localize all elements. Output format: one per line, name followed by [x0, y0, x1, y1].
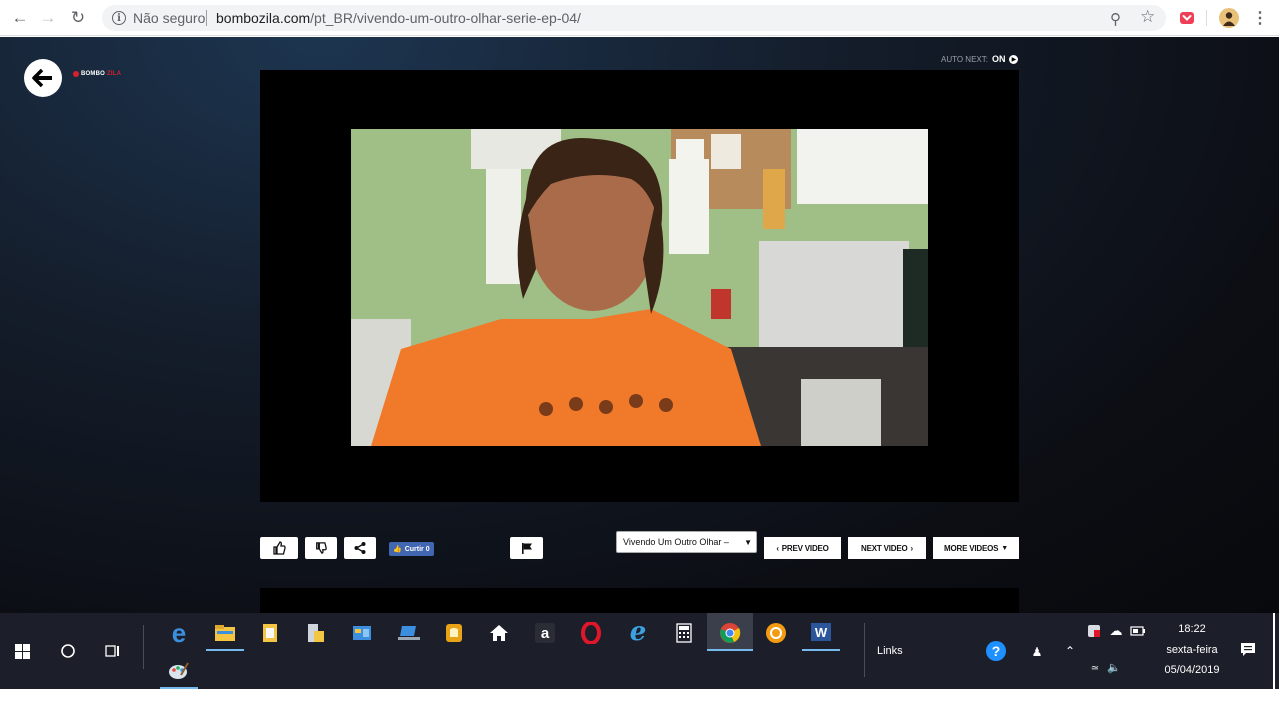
caret-down-icon: ▼: [1001, 544, 1008, 552]
back-circle-button[interactable]: [24, 59, 62, 97]
flag-icon: [521, 543, 532, 554]
logo-dot-icon: [73, 71, 79, 77]
bottom-margin: [0, 689, 1279, 719]
clock-time: 18:22: [1178, 623, 1206, 635]
antivirus-tray-icon[interactable]: [1086, 623, 1102, 639]
secondary-player-area: [260, 588, 1019, 613]
thumbs-up-icon: [273, 541, 286, 555]
share-button[interactable]: [344, 537, 376, 559]
dislike-button[interactable]: [305, 537, 337, 559]
calculator-icon[interactable]: [672, 621, 696, 645]
system-clock[interactable]: 18:22 sexta-feira 05/04/2019: [1156, 623, 1228, 683]
url-text[interactable]: bombozila.com/pt_BR/vivendo-um-outro-olh…: [216, 10, 581, 26]
info-icon[interactable]: i: [112, 11, 126, 25]
video-still-image: [351, 129, 928, 446]
page-content: BOMBO ZILA AUTO NEXT: ON ▶ 👍 Curtir 0 Vi…: [0, 37, 1279, 613]
zoom-icon[interactable]: ⚲: [1110, 10, 1121, 28]
svg-text:?: ?: [992, 643, 1001, 659]
next-video-button[interactable]: NEXT VIDEO ›: [848, 537, 926, 559]
documents-icon[interactable]: [258, 621, 282, 645]
file-explorer-icon[interactable]: [211, 621, 239, 645]
toolbar-section-divider: [864, 623, 865, 677]
auto-next-label: AUTO NEXT:: [941, 54, 988, 64]
chrome-active-indicator: [707, 649, 753, 651]
video-episode-select[interactable]: Vivendo Um Outro Olhar – ▼: [616, 531, 757, 553]
help-icon[interactable]: ?: [985, 640, 1007, 662]
action-center-icon[interactable]: [1238, 640, 1258, 660]
battery-icon[interactable]: [1129, 623, 1147, 639]
database-app-icon[interactable]: [442, 621, 466, 645]
prev-video-button[interactable]: ‹ PREV VIDEO: [764, 537, 841, 559]
edge-browser-icon[interactable]: e: [165, 618, 193, 648]
menu-kebab-icon[interactable]: ⋮: [1248, 6, 1272, 30]
address-separator: [206, 10, 207, 26]
svg-text:W: W: [815, 625, 828, 640]
links-toolbar-label[interactable]: Links: [877, 645, 903, 657]
amazon-icon[interactable]: a: [533, 621, 557, 645]
next-video-label: NEXT VIDEO: [861, 543, 908, 553]
cortana-search-icon[interactable]: [56, 639, 80, 663]
auto-next-toggle[interactable]: AUTO NEXT: ON ▶: [941, 54, 1019, 64]
logo-text-a: BOMBO: [81, 71, 105, 77]
volume-icon[interactable]: 🔈: [1105, 660, 1123, 674]
opera-browser-icon[interactable]: [579, 621, 603, 645]
svg-text:a: a: [541, 625, 550, 642]
wifi-icon[interactable]: ≃: [1087, 661, 1103, 675]
report-flag-button[interactable]: [510, 537, 543, 559]
cloud-icon[interactable]: ☁: [1107, 623, 1125, 639]
site-logo[interactable]: BOMBO ZILA: [73, 71, 121, 77]
toolbar-divider: [1206, 10, 1207, 26]
taskbar-divider: [143, 625, 144, 669]
url-host: bombozila.com: [216, 10, 311, 26]
facebook-like-button[interactable]: 👍 Curtir 0: [389, 542, 434, 556]
chrome-browser-icon[interactable]: [718, 621, 742, 645]
paint-app-icon[interactable]: [165, 659, 191, 683]
video-select-value: Vivendo Um Outro Olhar –: [623, 537, 729, 547]
forward-arrow-icon[interactable]: →: [36, 6, 60, 30]
browser-toolbar: ← → ↻ i Não seguro bombozila.com/pt_BR/v…: [0, 0, 1279, 36]
logo-text-b: ZILA: [107, 71, 122, 77]
control-panel-icon[interactable]: [350, 621, 374, 645]
pocket-extension-icon[interactable]: [1177, 8, 1197, 28]
file-explorer-active-indicator: [206, 649, 244, 651]
clock-date: 05/04/2019: [1164, 664, 1220, 676]
address-bar[interactable]: i Não seguro bombozila.com/pt_BR/vivendo…: [102, 5, 1166, 31]
prev-video-label: PREV VIDEO: [781, 543, 829, 553]
play-circle-icon: ▶: [1009, 54, 1019, 64]
show-desktop-strip[interactable]: [1273, 613, 1275, 689]
video-player[interactable]: [260, 70, 1019, 502]
like-button[interactable]: [260, 537, 298, 559]
more-videos-button[interactable]: MORE VIDEOS ▼: [933, 537, 1019, 559]
facebook-like-label: Curtir 0: [404, 545, 430, 553]
chevron-up-icon[interactable]: ⌃: [1062, 643, 1078, 659]
windows-start-icon[interactable]: [10, 639, 34, 663]
folder-icon[interactable]: [304, 621, 328, 645]
word-icon[interactable]: W: [808, 619, 834, 645]
more-videos-label: MORE VIDEOS: [944, 543, 999, 553]
reload-icon[interactable]: ↻: [66, 6, 90, 30]
facebook-thumb-icon: 👍: [393, 546, 402, 553]
chevron-left-icon: ‹: [776, 543, 779, 553]
internet-explorer-icon[interactable]: e: [625, 617, 651, 647]
profile-avatar[interactable]: [1219, 8, 1239, 28]
bookmark-star-icon[interactable]: ☆: [1140, 7, 1155, 27]
windows-taskbar: e a e W Links ? ♟ ⌃ ☁ ≃ 🔈 18:22 sexta-fe…: [0, 613, 1279, 689]
word-active-indicator: [802, 649, 840, 651]
laptop-icon[interactable]: [396, 621, 422, 645]
people-icon[interactable]: ♟: [1028, 643, 1046, 661]
home-icon[interactable]: [487, 621, 511, 645]
thumbs-down-icon: [316, 542, 327, 554]
dropdown-arrow-icon: ▼: [744, 538, 752, 547]
settings-gear-app-icon[interactable]: [764, 621, 788, 645]
video-frame[interactable]: [351, 129, 928, 446]
auto-next-state: ON: [991, 54, 1006, 64]
task-view-icon[interactable]: [101, 639, 125, 663]
security-label: Não seguro: [133, 10, 206, 26]
back-arrow-icon[interactable]: ←: [8, 6, 32, 30]
share-icon: [354, 542, 366, 554]
clock-weekday: sexta-feira: [1166, 644, 1218, 656]
url-path: /pt_BR/vivendo-um-outro-olhar-serie-ep-0…: [310, 10, 581, 26]
chevron-right-icon: ›: [910, 543, 914, 553]
arrow-left-icon: [32, 68, 52, 88]
